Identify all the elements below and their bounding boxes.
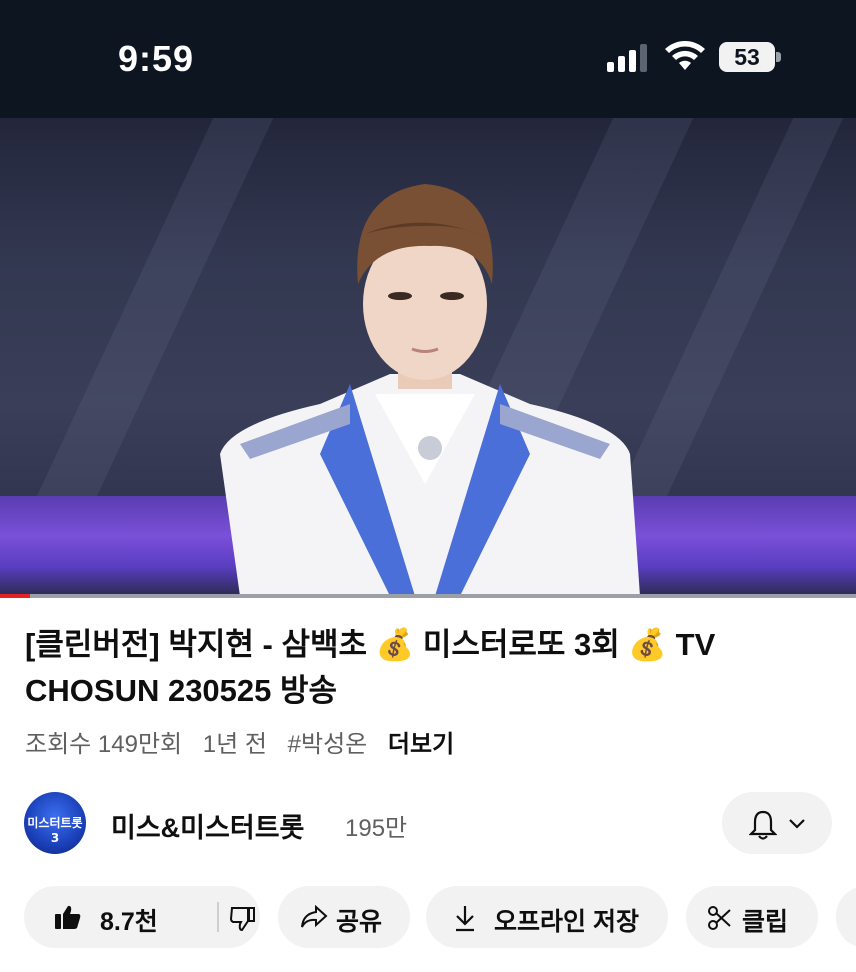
scissors-icon: [708, 906, 731, 930]
like-button-icon[interactable]: [54, 904, 82, 930]
subscriber-count: 195만: [345, 815, 408, 842]
wifi-icon: [665, 41, 705, 70]
more-button[interactable]: 더보기: [388, 731, 454, 758]
share-icon: [301, 905, 328, 928]
download-label: 오프라인 저장: [494, 908, 639, 936]
download-icon: [456, 906, 474, 932]
battery-level: 53: [734, 44, 760, 70]
like-divider: [217, 902, 219, 932]
status-time: 9:59: [118, 38, 195, 79]
video-meta[interactable]: 조회수 149만회 1년 전 #박성온 더보기: [25, 724, 468, 759]
hashtag-link[interactable]: #박성온: [288, 731, 368, 758]
chevron-down-icon: [789, 819, 805, 829]
more-actions-button[interactable]: [836, 886, 856, 948]
video-progress-fill: [0, 594, 30, 598]
avatar-logo-text: 미스터트롯3: [27, 816, 83, 845]
channel-name[interactable]: 미스&미스터트롯: [111, 806, 304, 845]
notification-bell-button[interactable]: [722, 792, 832, 854]
video-progress-bar[interactable]: [0, 594, 856, 598]
bell-icon: [749, 810, 777, 840]
like-count[interactable]: 8.7천: [100, 902, 158, 938]
like-dislike-group: 8.7천: [24, 886, 260, 948]
status-bar: 9:59 53: [0, 0, 856, 118]
clip-button[interactable]: 클립: [686, 886, 818, 948]
battery-icon: 53: [719, 42, 781, 72]
dislike-icon[interactable]: [230, 906, 256, 932]
clip-label: 클립: [742, 908, 789, 936]
download-button[interactable]: 오프라인 저장: [426, 886, 668, 948]
share-label: 공유: [336, 908, 383, 936]
video-player[interactable]: [0, 118, 856, 596]
view-count: 조회수 149만회: [25, 731, 183, 758]
upload-age: 1년 전: [202, 731, 267, 758]
video-title[interactable]: [클린버전] 박지현 - 삼백초 💰 미스터로또 3회 💰 TV CHOSUN …: [25, 622, 825, 714]
cellular-signal-icon: [607, 44, 647, 72]
video-frame-performer: [220, 184, 640, 596]
share-button[interactable]: 공유: [278, 886, 410, 948]
channel-avatar[interactable]: 미스터트롯3: [24, 792, 86, 854]
